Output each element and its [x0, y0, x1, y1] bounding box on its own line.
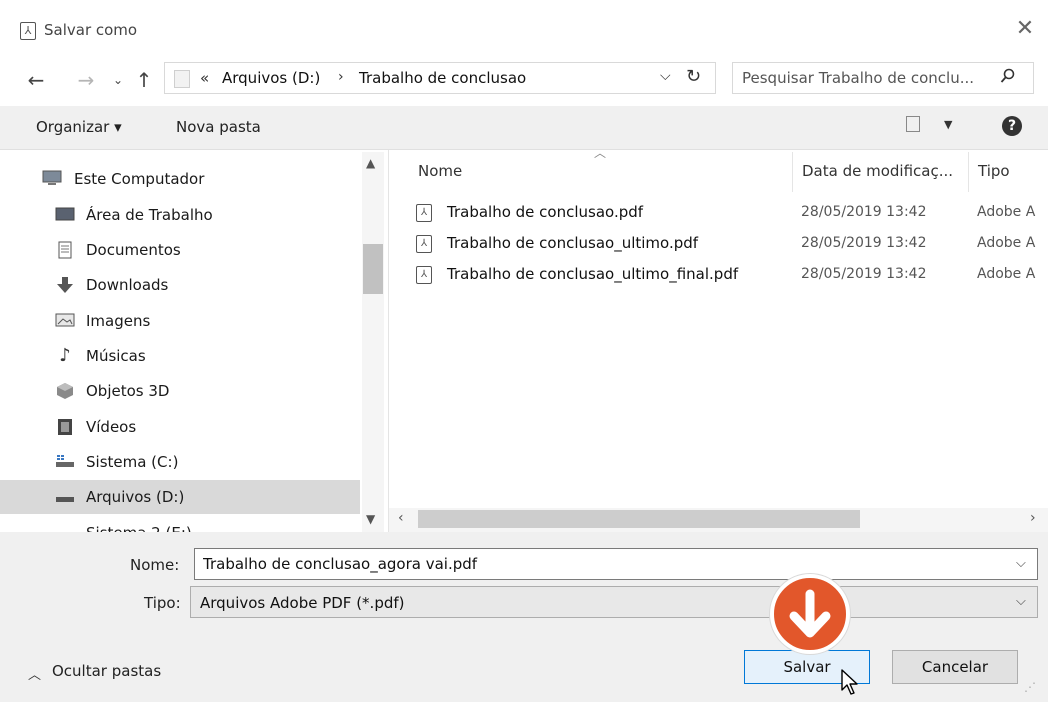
chevron-up-icon[interactable]: ︿ — [28, 664, 41, 683]
drive-d-icon — [55, 488, 75, 506]
forward-arrow-icon[interactable]: → — [74, 66, 98, 94]
view-options-icon[interactable] — [906, 116, 920, 132]
file-date: 28/05/2019 13:42 — [801, 204, 927, 220]
column-header-name[interactable]: Nome — [418, 162, 462, 180]
sidebar-item-area-de-trabalho[interactable]: Área de Trabalho — [0, 198, 360, 232]
down-arrow-badge-icon — [770, 574, 850, 654]
pdf-file-icon: ⅄ — [416, 204, 432, 222]
pdf-file-icon: ⅄ — [416, 266, 432, 284]
column-divider[interactable] — [968, 152, 969, 192]
cancel-button[interactable]: Cancelar — [892, 650, 1018, 684]
file-type: Adobe A — [977, 266, 1036, 282]
sidebar-item-label: Sistema 2 (E:) — [86, 524, 192, 532]
computer-icon — [42, 170, 62, 188]
breadcrumb-separator-icon[interactable]: › — [338, 69, 344, 85]
sidebar-item-downloads[interactable]: Downloads — [0, 268, 360, 302]
sidebar-item-label: Documentos — [86, 241, 181, 259]
sidebar-item-label: Downloads — [86, 276, 169, 294]
up-arrow-icon[interactable]: ↑ — [132, 66, 156, 94]
table-row[interactable]: ⅄ Trabalho de conclusao_ultimo_final.pdf… — [416, 262, 1048, 292]
file-type: Adobe A — [977, 235, 1036, 251]
recent-locations-chevron-icon[interactable]: ⌄ — [106, 66, 130, 94]
table-row[interactable]: ⅄ Trabalho de conclusao.pdf 28/05/2019 1… — [416, 200, 1048, 230]
sidebar-item-label: Área de Trabalho — [86, 206, 213, 224]
file-name-input[interactable] — [194, 548, 1038, 580]
acrobat-app-icon: ⅄ — [20, 22, 36, 40]
desktop-icon — [55, 206, 75, 224]
sidebar-item-arquivos-d[interactable]: Arquivos (D:) — [0, 480, 360, 514]
videos-icon — [55, 418, 75, 436]
column-header-date[interactable]: Data de modificaç... — [802, 162, 953, 180]
sidebar-scroll-thumb[interactable] — [363, 244, 383, 294]
sidebar-item-label: Vídeos — [86, 418, 137, 436]
refresh-icon[interactable]: ↻ — [686, 66, 701, 87]
file-name-label: Nome: — [130, 556, 180, 574]
drive-c-icon — [55, 453, 75, 471]
sidebar-item-sistema-e[interactable]: Sistema 2 (E:) — [0, 516, 360, 532]
sidebar-item-label: Este Computador — [74, 170, 205, 188]
sidebar-item-imagens[interactable]: Imagens — [0, 304, 360, 338]
title-bar — [0, 0, 1048, 64]
mouse-cursor-icon — [840, 668, 862, 696]
drive-e-icon — [55, 524, 75, 532]
music-icon: ♪ — [59, 345, 71, 366]
file-type-value: Arquivos Adobe PDF (*.pdf) — [200, 594, 405, 612]
sidebar-item-label: Objetos 3D — [86, 382, 170, 400]
file-type: Adobe A — [977, 204, 1036, 220]
scroll-left-icon[interactable]: ‹ — [398, 510, 404, 526]
sidebar-item-videos[interactable]: Vídeos — [0, 410, 360, 444]
breadcrumb-arquivos[interactable]: Arquivos (D:) — [222, 69, 320, 87]
search-icon[interactable] — [1000, 68, 1016, 88]
file-name: Trabalho de conclusao_ultimo.pdf — [447, 234, 699, 252]
scroll-up-icon[interactable]: ▲ — [366, 156, 375, 170]
window-title: Salvar como — [44, 21, 138, 39]
3d-objects-icon — [55, 382, 75, 400]
close-icon[interactable]: ✕ — [1012, 14, 1038, 44]
hide-folders-button[interactable]: Ocultar pastas — [52, 662, 161, 680]
sidebar-scrollbar[interactable] — [362, 152, 384, 532]
scroll-right-icon[interactable]: › — [1030, 510, 1036, 526]
documents-icon — [55, 241, 75, 259]
pdf-file-icon: ⅄ — [416, 235, 432, 253]
file-type-label: Tipo: — [144, 594, 181, 612]
file-name: Trabalho de conclusao_ultimo_final.pdf — [447, 265, 739, 283]
help-icon[interactable]: ? — [1002, 116, 1022, 136]
file-date: 28/05/2019 13:42 — [801, 266, 927, 282]
file-type-dropdown-icon[interactable]: ⌵ — [1016, 594, 1026, 609]
file-name-dropdown-icon[interactable]: ⌵ — [1016, 556, 1026, 571]
sidebar-item-label: Imagens — [86, 312, 151, 330]
column-header-type[interactable]: Tipo — [978, 162, 1010, 180]
sidebar-item-este-computador[interactable]: Este Computador — [0, 162, 360, 196]
address-dropdown-icon[interactable]: ⌵ — [660, 68, 671, 84]
folder-icon — [174, 70, 190, 88]
organize-menu[interactable]: Organizar ▾ — [36, 118, 122, 136]
sidebar-item-label: Músicas — [86, 347, 146, 365]
resize-grip-icon[interactable]: ⋰ — [1024, 680, 1036, 694]
sidebar-item-label: Arquivos (D:) — [86, 488, 185, 506]
column-divider[interactable] — [792, 152, 793, 192]
navigation-pane: Este Computador Área de Trabalho Documen… — [0, 150, 389, 532]
file-date: 28/05/2019 13:42 — [801, 235, 927, 251]
sidebar-item-objetos-3d[interactable]: Objetos 3D — [0, 374, 360, 408]
toolbar — [0, 106, 1048, 150]
downloads-icon — [55, 276, 75, 294]
back-arrow-icon[interactable]: ← — [24, 66, 48, 94]
address-overflow[interactable]: « — [200, 69, 209, 87]
sidebar-item-musicas[interactable]: ♪ Músicas — [0, 339, 360, 373]
view-dropdown-icon[interactable]: ▼ — [944, 118, 952, 131]
breadcrumb-trabalho[interactable]: Trabalho de conclusao — [359, 69, 526, 87]
table-row[interactable]: ⅄ Trabalho de conclusao_ultimo.pdf 28/05… — [416, 231, 1048, 261]
file-name: Trabalho de conclusao.pdf — [447, 203, 644, 221]
sidebar-item-label: Sistema (C:) — [86, 453, 179, 471]
sidebar-item-sistema-c[interactable]: Sistema (C:) — [0, 445, 360, 479]
new-folder-button[interactable]: Nova pasta — [176, 118, 261, 136]
scroll-down-icon[interactable]: ▼ — [366, 512, 375, 526]
search-input[interactable]: Pesquisar Trabalho de conclu... — [742, 69, 994, 87]
pictures-icon — [55, 312, 75, 330]
sort-ascending-icon: ︿ — [594, 146, 607, 160]
horizontal-scroll-thumb[interactable] — [418, 510, 860, 528]
sidebar-item-documentos[interactable]: Documentos — [0, 233, 360, 267]
